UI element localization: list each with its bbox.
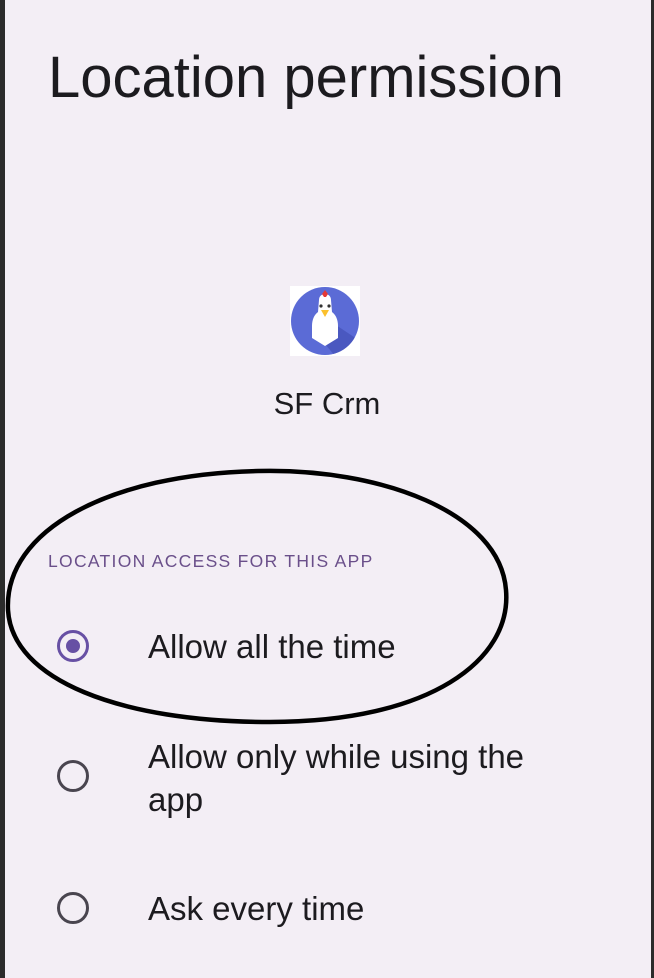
chicken-app-icon xyxy=(290,286,360,356)
option-label: Allow all the time xyxy=(148,628,396,665)
page-title: Location permission xyxy=(48,45,564,110)
section-header: LOCATION ACCESS FOR THIS APP xyxy=(48,551,374,571)
app-name: SF Crm xyxy=(273,386,381,421)
option-label: Ask every time xyxy=(148,890,365,927)
option-allow-all-the-time[interactable]: Allow all the time xyxy=(0,610,654,682)
annotation-ellipse xyxy=(5,468,509,725)
option-label: Allow only while using the app xyxy=(148,738,525,818)
option-allow-while-using[interactable]: Allow only while using the app xyxy=(0,730,654,830)
radio-unselected-icon[interactable] xyxy=(57,760,89,792)
option-ask-every-time[interactable]: Ask every time xyxy=(0,872,654,944)
radio-unselected-icon[interactable] xyxy=(57,892,89,924)
screen-frame-left xyxy=(0,0,5,978)
radio-selected-icon[interactable] xyxy=(57,630,89,662)
radio-dot xyxy=(66,639,80,653)
